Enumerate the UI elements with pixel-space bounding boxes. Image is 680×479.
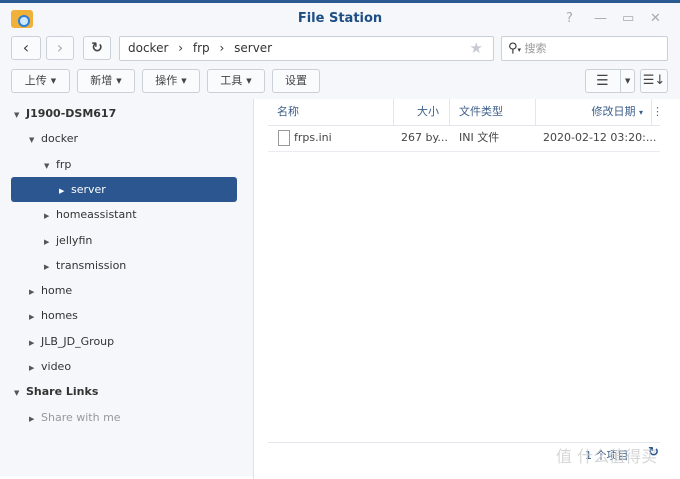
create-label: 新增 [90, 74, 113, 87]
column-header-size[interactable]: 大小 [394, 99, 450, 125]
search-input[interactable]: ⚲▾ 搜索 [501, 36, 668, 61]
column-header-type[interactable]: 文件类型 [450, 99, 536, 125]
tree-item[interactable]: ▼ J1900-DSM617 [14, 101, 116, 126]
tree-item-label: Share Links [26, 385, 99, 399]
tree-item[interactable]: ▶ jellyfin [44, 228, 92, 253]
tree-item-label: video [41, 360, 72, 373]
column-header-modified[interactable]: 修改日期 ▾ [536, 99, 652, 125]
chevron-down-icon: ▼ [116, 77, 122, 85]
action-button[interactable]: 操作 ▼ [142, 69, 200, 93]
tree-item-label: Share with me [41, 410, 121, 424]
expanded-caret-icon[interactable]: ▼ [44, 154, 56, 179]
tree-item[interactable]: ▶ video [29, 354, 71, 379]
tools-label: 工具 [220, 74, 243, 87]
tree-item[interactable]: ▶ home [29, 278, 72, 303]
file-icon [278, 130, 290, 146]
tree-item-label: transmission [56, 258, 127, 272]
chevron-down-icon: ▼ [50, 77, 57, 85]
collapsed-caret-icon[interactable]: ▶ [59, 179, 71, 204]
tree-item-label: J1900-DSM617 [26, 107, 117, 120]
tree-item[interactable]: ▼ Share Links [14, 379, 98, 404]
path-segment[interactable]: docker [128, 41, 168, 55]
minimize-button[interactable]: — [594, 11, 607, 26]
tree-item[interactable]: ▼ frp [44, 152, 71, 177]
file-size: 267 by... [401, 131, 448, 144]
sort-button[interactable]: ☰↓ [640, 69, 668, 93]
search-icon[interactable]: ⚲▾ [508, 41, 521, 56]
collapsed-caret-icon[interactable]: ▶ [29, 407, 41, 432]
tree-item-label: home [41, 284, 73, 298]
collapsed-caret-icon[interactable]: ▶ [29, 305, 41, 330]
expanded-caret-icon[interactable]: ▼ [14, 103, 26, 128]
tree-item-label: jellyfin [56, 233, 93, 247]
refresh-button[interactable]: ↻ [83, 36, 111, 60]
tree-item[interactable]: ▶ JLB_JD_Group [29, 329, 114, 354]
back-button[interactable]: ‹ [11, 36, 41, 60]
help-button[interactable]: ? [566, 11, 573, 26]
upload-button[interactable]: 上传 ▼ [11, 69, 70, 93]
column-header-modified-label: 修改日期 [591, 105, 636, 118]
expanded-caret-icon[interactable]: ▼ [14, 381, 26, 406]
tree-item[interactable]: ▶ transmission [44, 253, 126, 278]
expanded-caret-icon[interactable]: ▼ [29, 128, 41, 153]
path-separator-icon: › [178, 41, 184, 55]
tree-item[interactable]: ▶ Share with me [29, 405, 121, 430]
collapsed-caret-icon[interactable]: ▶ [29, 331, 41, 356]
sort-icon: ☰↓ [642, 73, 666, 88]
collapsed-caret-icon[interactable]: ▶ [29, 280, 41, 305]
sort-desc-icon: ▾ [638, 108, 643, 117]
tree-item-label: server [71, 182, 106, 196]
list-view-icon: ☰ [596, 73, 609, 89]
file-modified: 2020-02-12 03:20:... [543, 131, 657, 144]
tree-item-label: JLB_JD_Group [41, 334, 115, 348]
collapsed-caret-icon[interactable]: ▶ [44, 230, 56, 255]
chevron-down-icon[interactable]: ▼ [620, 70, 630, 92]
column-menu-icon[interactable]: ⋮ [652, 99, 663, 125]
file-list: 名称 大小 文件类型 修改日期 ▾ ⋮ frps.ini 267 by... I… [253, 99, 680, 479]
tree-item[interactable]: ▶ homeassistant [44, 202, 137, 227]
table-row[interactable]: frps.ini 267 by... INI 文件 2020-02-12 03:… [268, 126, 660, 152]
tree-item-label: docker [41, 132, 79, 146]
tree-item[interactable]: ▶ server [11, 176, 237, 204]
column-header-name[interactable]: 名称 [268, 99, 394, 125]
tree-item-label: homes [41, 309, 78, 323]
file-type: INI 文件 [459, 131, 500, 144]
path-segment[interactable]: server [234, 41, 272, 55]
tree-item-label: frp [56, 157, 72, 171]
chevron-down-icon: ▼ [181, 77, 187, 85]
file-station-window: File Station ? — ▭ ✕ ‹ › ↻ docker › frp … [0, 0, 680, 479]
tree-item-label: homeassistant [56, 208, 137, 222]
collapsed-caret-icon[interactable]: ▶ [44, 255, 56, 280]
sidebar-tree: ▼ J1900-DSM617 ▼ docker ▼ frp ▶ server ▶ homeassi… [0, 99, 252, 479]
collapsed-caret-icon[interactable]: ▶ [29, 356, 41, 381]
file-name: frps.ini [294, 131, 332, 144]
path-separator-icon: › [219, 41, 225, 55]
settings-button[interactable]: 设置 [272, 69, 320, 93]
chevron-down-icon: ▼ [246, 77, 252, 85]
collapsed-caret-icon[interactable]: ▶ [44, 204, 56, 229]
search-placeholder: 搜索 [524, 42, 547, 55]
tree-item[interactable]: ▶ homes [29, 303, 78, 328]
watermark-logo: 值 什么值得买 [556, 447, 658, 466]
close-button[interactable]: ✕ [650, 11, 661, 26]
tree-item[interactable]: ▼ docker [29, 126, 78, 151]
upload-label: 上传 [24, 74, 47, 87]
window-title: File Station [297, 11, 383, 26]
create-button[interactable]: 新增 ▼ [77, 69, 135, 93]
star-icon[interactable]: ★ [470, 37, 483, 60]
tools-button[interactable]: 工具 ▼ [207, 69, 265, 93]
view-mode-button[interactable]: ☰ ▼ [585, 69, 635, 93]
path-bar[interactable]: docker › frp › server ★ [119, 36, 494, 61]
action-label: 操作 [155, 74, 178, 87]
maximize-button[interactable]: ▭ [622, 11, 634, 26]
path-segment[interactable]: frp [193, 41, 210, 55]
forward-button[interactable]: › [46, 36, 74, 60]
